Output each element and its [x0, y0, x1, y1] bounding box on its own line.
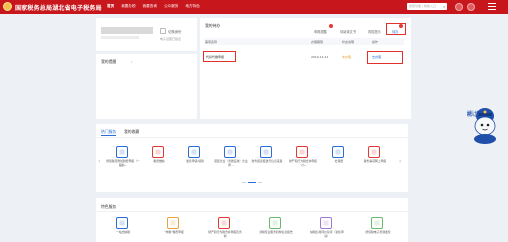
chevron-right-icon[interactable]: › — [131, 59, 133, 64]
tab-documents[interactable]: 待阅读文书 — [340, 29, 356, 34]
tax-emblem-icon — [3, 2, 12, 11]
todo-tabs: 申报提醒 待阅读文书 风险提示 待办 — [200, 23, 411, 35]
active-tab-underline — [101, 135, 116, 136]
todo-card: 我的待办 申报提醒 待阅读文书 风险提示 待办 事项名称 办理期限 状态说明 操… — [200, 18, 411, 119]
tax-declare-icon — [116, 146, 128, 158]
divider — [96, 211, 408, 212]
property-icon — [218, 217, 230, 229]
tab-declare-reminder[interactable]: 申报提醒 — [314, 29, 327, 34]
col-deadline: 办理期限 — [311, 40, 324, 44]
carousel-next-icon[interactable]: › — [399, 158, 401, 165]
col-item: 事项名称 — [205, 40, 218, 44]
tab-my-favorites[interactable]: 我的收藏 — [124, 129, 139, 135]
row-deadline: 2019-12-11 — [311, 55, 329, 59]
nav-local-features[interactable]: 地方特色 — [185, 4, 199, 9]
nav-query[interactable]: 我要查询 — [143, 4, 157, 9]
message-icon[interactable] — [455, 3, 463, 11]
row-status: 未办理 — [342, 55, 352, 59]
tab-badge-dot — [329, 24, 333, 28]
carousel-dot[interactable] — [258, 182, 262, 183]
user-name-redacted — [101, 27, 153, 34]
reminder-card: 我的提醒 › — [96, 54, 197, 119]
user-card: 切换身份 电子证照已验证 — [96, 18, 197, 51]
divider — [96, 137, 408, 138]
user-id-redacted — [101, 36, 139, 39]
switch-identity-icon[interactable] — [160, 28, 166, 34]
menu-icon[interactable] — [488, 3, 496, 10]
todo-table-header: 事项名称 办理期限 状态说明 操作 — [204, 38, 404, 45]
social-icon — [332, 146, 344, 158]
main-nav: 首页 我要办税 我要查询 公众服务 地方特色 — [107, 4, 200, 9]
user-avatar-icon[interactable] — [467, 3, 475, 11]
highlight-box-todo-tab — [386, 23, 406, 35]
mascot-caption: 纳税人之家 — [467, 110, 479, 118]
switch-identity-link[interactable]: 切换身份 — [168, 29, 182, 34]
nav-public-service[interactable]: 公众服务 — [164, 4, 178, 9]
report-icon — [260, 146, 272, 158]
taxpayer-mascot-icon[interactable]: 纳税人之家 — [466, 104, 504, 144]
search-input[interactable]: 搜索功能 / 快捷入口 — [407, 3, 447, 10]
einvoice-icon — [371, 217, 383, 229]
tab-risk[interactable]: 风险提示 — [368, 29, 381, 34]
carousel-dot[interactable] — [242, 182, 246, 183]
top-header: 国家税务总局湖北省电子税务局 首页 我要办税 我要查询 公众服务 地方特色 搜索… — [0, 0, 508, 14]
agency-icon — [269, 217, 281, 229]
onestop-icon — [116, 217, 128, 229]
featured-title: 特色服务 — [101, 204, 117, 209]
col-status: 状态说明 — [342, 40, 355, 44]
income-tax-icon — [224, 146, 236, 158]
carousel-prev-icon[interactable]: ‹ — [98, 158, 100, 165]
carousel-dot-active[interactable] — [248, 182, 256, 183]
cloud-tax-icon — [368, 146, 380, 158]
certificate-link[interactable]: 电子证照已验证 — [160, 37, 181, 41]
col-action: 操作 — [372, 40, 379, 44]
property-tax-icon — [296, 146, 308, 158]
invoice-icon — [188, 146, 200, 158]
credit-icon — [320, 217, 332, 229]
nav-home[interactable]: 首页 — [107, 4, 114, 9]
payment-icon — [152, 146, 164, 158]
reminder-title: 我的提醒 — [101, 59, 117, 64]
nav-handle-tax[interactable]: 我要办税 — [121, 4, 135, 9]
featured-services-card: 特色服务 一站式纳税 "非税"税费申报 财产和行为税合并申报及查询 涉税专业服务… — [96, 198, 408, 242]
highlight-box-row-item — [203, 51, 236, 62]
highlight-box-row-action — [367, 51, 403, 64]
hot-services-card: 热门服务 我的收藏 ‹ › 增值税及附加税费申报（一般纳... 税费缴纳 发票申… — [96, 124, 408, 192]
nontax-icon — [167, 217, 179, 229]
search-icon[interactable]: ⌕ — [443, 4, 445, 9]
site-title: 国家税务总局湖北省电子税务局 — [15, 5, 102, 12]
